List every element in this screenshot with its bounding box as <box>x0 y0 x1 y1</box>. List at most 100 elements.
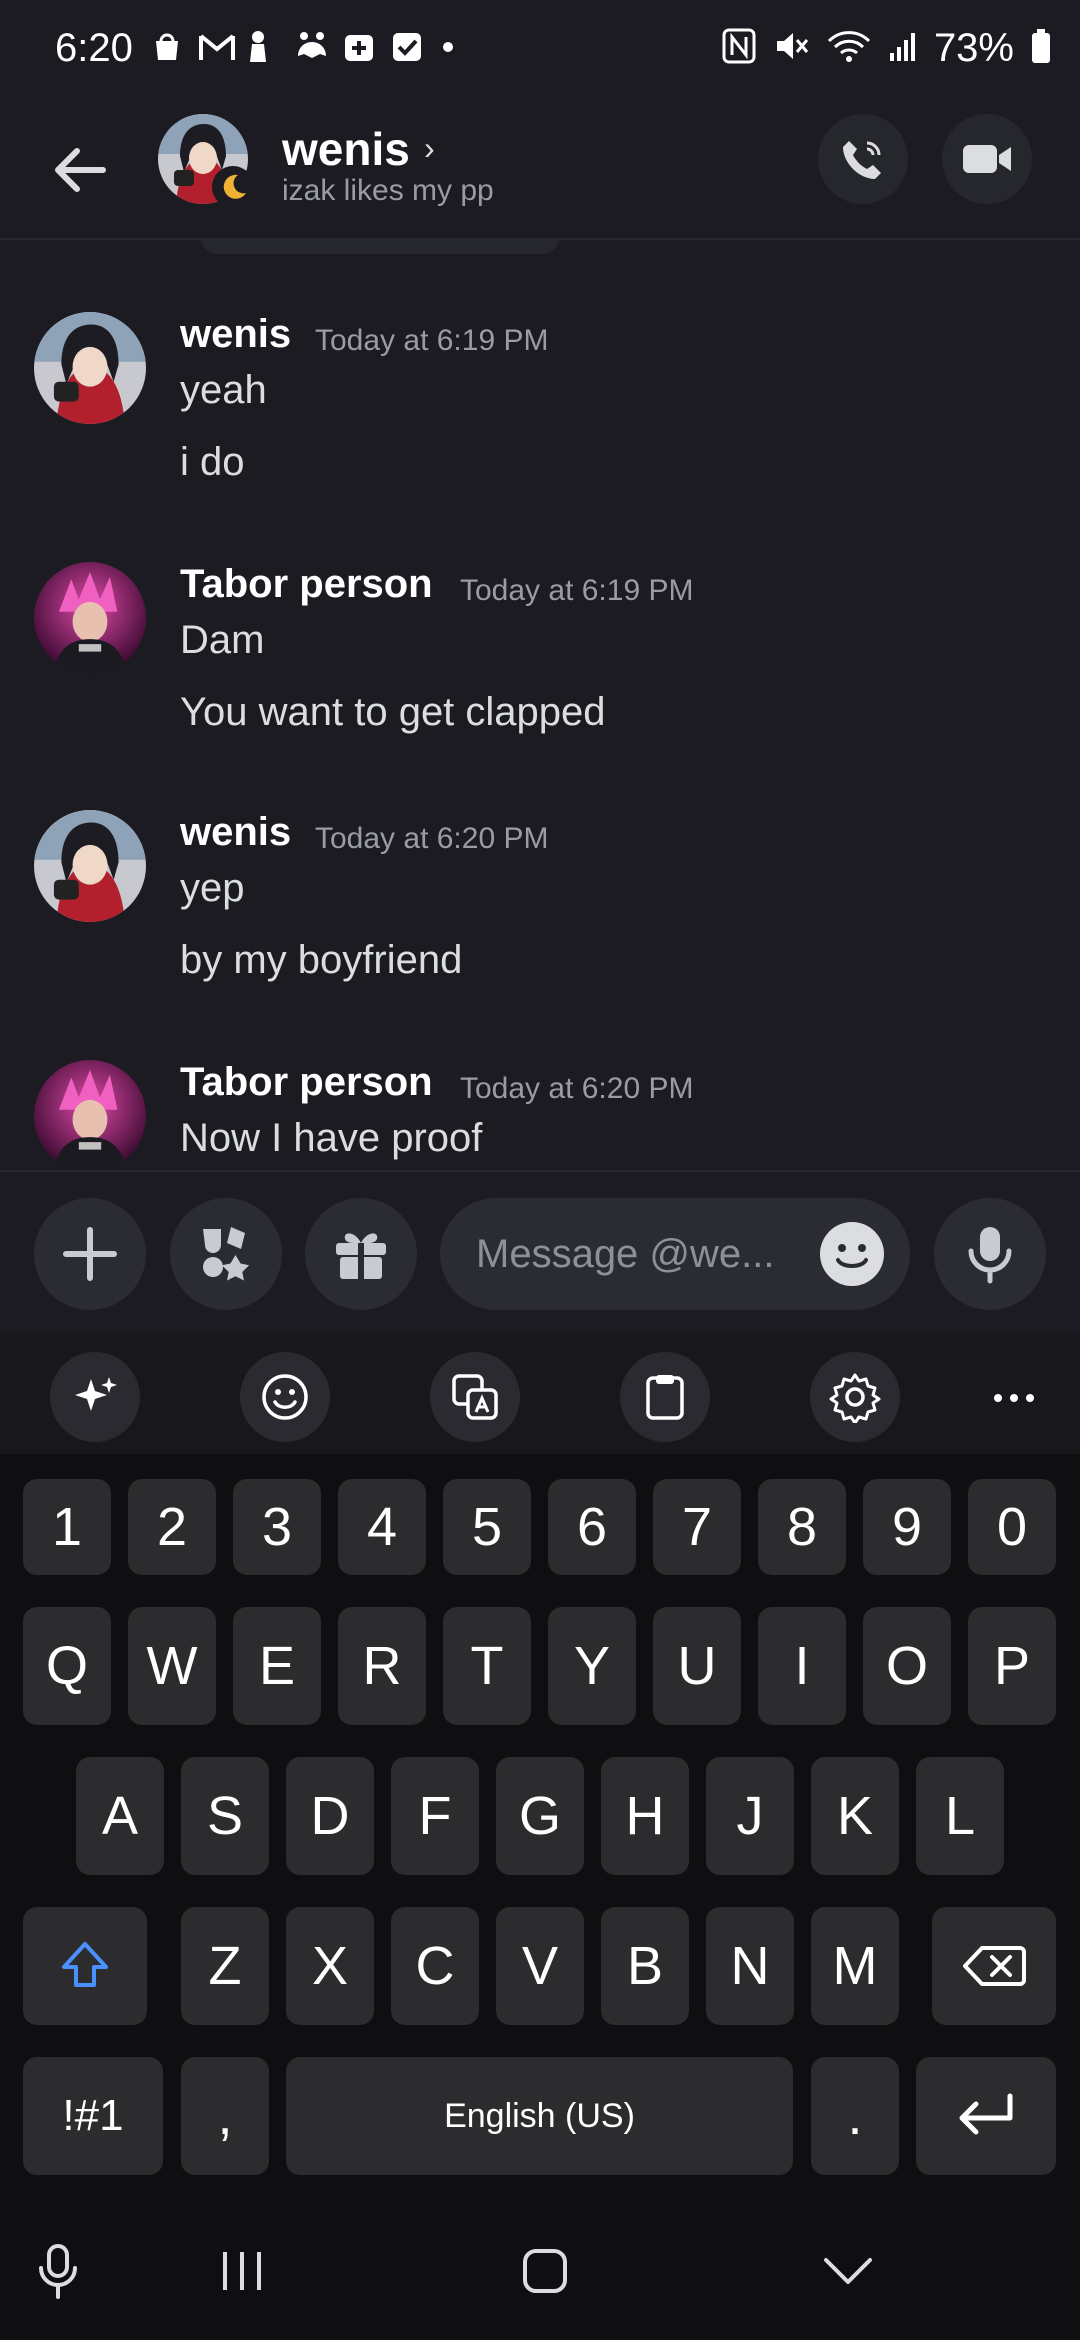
message-text[interactable]: yep <box>180 866 245 911</box>
key-o[interactable]: O <box>863 1607 951 1725</box>
translate-button[interactable] <box>430 1352 520 1442</box>
message-author[interactable]: Tabor person <box>180 562 433 607</box>
key-t[interactable]: T <box>443 1607 531 1725</box>
gift-button[interactable] <box>305 1198 417 1310</box>
message-input[interactable]: Message @we... <box>440 1198 910 1310</box>
clipboard-button[interactable] <box>620 1352 710 1442</box>
space-key[interactable]: English (US) <box>286 2057 793 2175</box>
key-i[interactable]: I <box>758 1607 846 1725</box>
key-m[interactable]: M <box>811 1907 899 2025</box>
idle-status-icon <box>212 166 254 208</box>
key-5[interactable]: 5 <box>443 1479 531 1575</box>
key-8[interactable]: 8 <box>758 1479 846 1575</box>
microphone-icon <box>968 1227 1012 1284</box>
avatar[interactable] <box>34 1060 146 1170</box>
smiley-icon <box>262 1374 308 1420</box>
signal-icon <box>888 27 918 70</box>
more-options-button[interactable] <box>990 1374 1038 1422</box>
sparkle-icon <box>75 1377 117 1411</box>
symbols-key[interactable]: !#1 <box>23 2057 163 2175</box>
period-key[interactable]: . <box>811 2057 899 2175</box>
key-l[interactable]: L <box>916 1757 1004 1875</box>
previous-message-edge <box>200 240 560 254</box>
key-n[interactable]: N <box>706 1907 794 2025</box>
emoji-icon[interactable] <box>820 1222 884 1286</box>
key-p[interactable]: P <box>968 1607 1056 1725</box>
key-s[interactable]: S <box>181 1757 269 1875</box>
message-text[interactable]: Dam <box>180 618 264 663</box>
message-author[interactable]: wenis <box>180 312 291 357</box>
key-g[interactable]: G <box>496 1757 584 1875</box>
message-timestamp: Today at 6:19 PM <box>315 324 549 357</box>
keyboard-toolbar <box>0 1332 1080 1454</box>
recent-apps-button[interactable] <box>202 2236 282 2306</box>
key-k[interactable]: K <box>811 1757 899 1875</box>
microphone-icon <box>39 2244 77 2299</box>
battery-icon <box>1030 27 1052 70</box>
system-status: 73% <box>722 26 1052 71</box>
key-z[interactable]: Z <box>181 1907 269 2025</box>
notification-icons <box>150 30 472 64</box>
home-button[interactable] <box>505 2236 585 2306</box>
status-time: 6:20 <box>55 26 133 70</box>
gear-icon <box>829 1373 881 1423</box>
key-2[interactable]: 2 <box>128 1479 216 1575</box>
message-text[interactable]: You want to get clapped <box>180 690 606 735</box>
key-j[interactable]: J <box>706 1757 794 1875</box>
backspace-icon <box>963 1946 1026 1986</box>
mute-icon <box>772 27 810 70</box>
avatar[interactable] <box>34 810 146 922</box>
key-9[interactable]: 9 <box>863 1479 951 1575</box>
comma-key[interactable]: , <box>181 2057 269 2175</box>
hide-keyboard-button[interactable] <box>808 2236 888 2306</box>
key-4[interactable]: 4 <box>338 1479 426 1575</box>
key-q[interactable]: Q <box>23 1607 111 1725</box>
backspace-key[interactable] <box>932 1907 1056 2025</box>
back-button[interactable] <box>40 130 120 210</box>
chevron-right-icon[interactable]: › <box>424 130 435 167</box>
voice-call-button[interactable] <box>818 114 908 204</box>
message-text[interactable]: i do <box>180 440 245 485</box>
key-f[interactable]: F <box>391 1757 479 1875</box>
key-x[interactable]: X <box>286 1907 374 2025</box>
message-author[interactable]: Tabor person <box>180 1060 433 1105</box>
key-b[interactable]: B <box>601 1907 689 2025</box>
key-y[interactable]: Y <box>548 1607 636 1725</box>
shopping-bag-icon <box>150 30 184 64</box>
attach-button[interactable] <box>34 1198 146 1310</box>
message-text[interactable]: Now I have proof <box>180 1116 482 1161</box>
key-0[interactable]: 0 <box>968 1479 1056 1575</box>
shift-key[interactable] <box>23 1907 147 2025</box>
message-list[interactable]: wenis Today at 6:19 PM yeah i do Tabor p… <box>0 240 1080 1170</box>
video-call-button[interactable] <box>942 114 1032 204</box>
emoji-keyboard-button[interactable] <box>240 1352 330 1442</box>
key-c[interactable]: C <box>391 1907 479 2025</box>
phone-icon <box>843 141 881 179</box>
key-d[interactable]: D <box>286 1757 374 1875</box>
apps-button[interactable] <box>170 1198 282 1310</box>
gmail-icon <box>198 30 235 64</box>
voice-message-button[interactable] <box>934 1198 1046 1310</box>
avatar[interactable] <box>34 312 146 424</box>
enter-key[interactable] <box>916 2057 1056 2175</box>
key-1[interactable]: 1 <box>23 1479 111 1575</box>
header-username[interactable]: wenis <box>282 122 410 176</box>
key-v[interactable]: V <box>496 1907 584 2025</box>
keyboard-settings-button[interactable] <box>810 1352 900 1442</box>
key-u[interactable]: U <box>653 1607 741 1725</box>
key-6[interactable]: 6 <box>548 1479 636 1575</box>
key-h[interactable]: H <box>601 1757 689 1875</box>
message-text[interactable]: yeah <box>180 368 267 413</box>
message-author[interactable]: wenis <box>180 810 291 855</box>
voice-input-button[interactable] <box>18 2236 98 2306</box>
key-7[interactable]: 7 <box>653 1479 741 1575</box>
message-text[interactable]: by my boyfriend <box>180 938 462 983</box>
key-w[interactable]: W <box>128 1607 216 1725</box>
key-r[interactable]: R <box>338 1607 426 1725</box>
ai-sparkle-button[interactable] <box>50 1352 140 1442</box>
key-e[interactable]: E <box>233 1607 321 1725</box>
person-icon <box>246 30 280 64</box>
key-a[interactable]: A <box>76 1757 164 1875</box>
avatar[interactable] <box>34 562 146 674</box>
key-3[interactable]: 3 <box>233 1479 321 1575</box>
